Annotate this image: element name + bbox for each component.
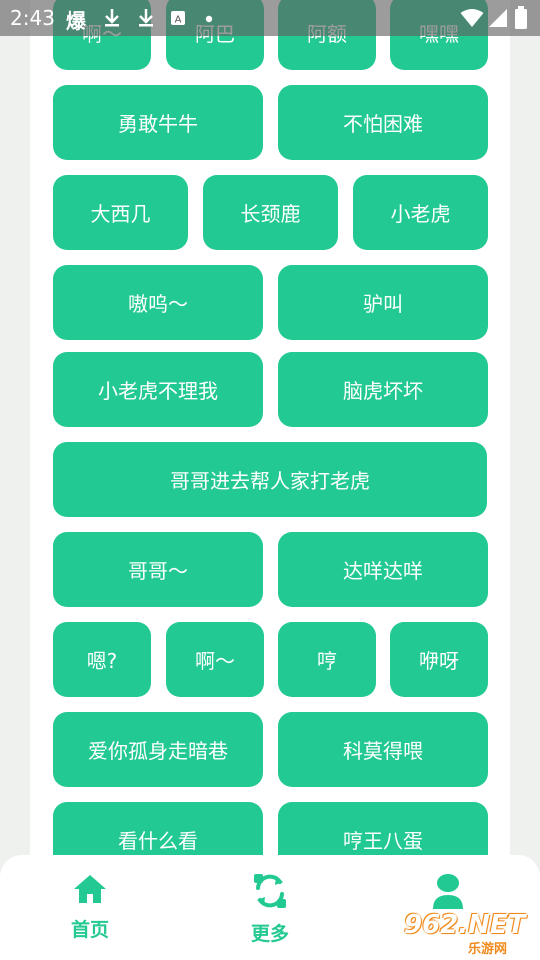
sound-button[interactable]: 小老虎 (353, 175, 488, 250)
sound-button[interactable]: 长颈鹿 (203, 175, 338, 250)
more-notifications-dot-icon (205, 15, 213, 23)
nav-home-label: 首页 (70, 919, 109, 941)
sound-button[interactable]: 科莫得喂 (278, 712, 488, 787)
home-icon (74, 875, 106, 903)
sound-button[interactable]: 达咩达咩 (278, 532, 488, 607)
sound-button[interactable]: 爱你孤身走暗巷 (53, 712, 263, 787)
sound-button[interactable]: 大西几 (53, 175, 188, 250)
nav-more[interactable]: 更多 (225, 873, 315, 946)
sound-button[interactable]: 嗷呜～ (53, 265, 263, 340)
status-time: 2:43 (10, 6, 55, 30)
sound-button[interactable]: 哥哥～ (53, 532, 263, 607)
site-watermark-logo: 962.NET 乐游网 (400, 910, 540, 960)
wifi-icon (460, 9, 484, 27)
watermark-site: 乐游网 (468, 942, 508, 957)
status-bar: 2:43 爆 A (0, 0, 540, 36)
svg-text:A: A (175, 15, 182, 26)
sound-button[interactable]: 哼 (278, 622, 376, 697)
cellular-signal-icon (489, 9, 507, 27)
watermark-number: 962.NET (404, 910, 526, 940)
refresh-icon (254, 874, 286, 908)
nav-home[interactable]: 首页 (45, 873, 135, 942)
nav-more-label: 更多 (250, 923, 289, 945)
battery-icon (515, 6, 527, 29)
notification-app-icon: 爆 (66, 9, 86, 33)
app-a-icon: A (171, 11, 185, 26)
sound-button[interactable]: 脑虎坏坏 (278, 352, 488, 427)
sound-button[interactable]: 啊～ (166, 622, 264, 697)
sound-button[interactable]: 勇敢牛牛 (53, 85, 263, 160)
sound-button[interactable]: 小老虎不理我 (53, 352, 263, 427)
sound-button[interactable]: 哥哥进去帮人家打老虎 (53, 442, 487, 517)
sound-button[interactable]: 不怕困难 (278, 85, 488, 160)
download-icon (105, 9, 119, 27)
sound-button[interactable]: 咿呀 (390, 622, 488, 697)
user-icon (433, 874, 463, 909)
sound-button[interactable]: 驴叫 (278, 265, 488, 340)
download-icon (139, 9, 153, 27)
sound-button[interactable]: 嗯? (53, 622, 151, 697)
